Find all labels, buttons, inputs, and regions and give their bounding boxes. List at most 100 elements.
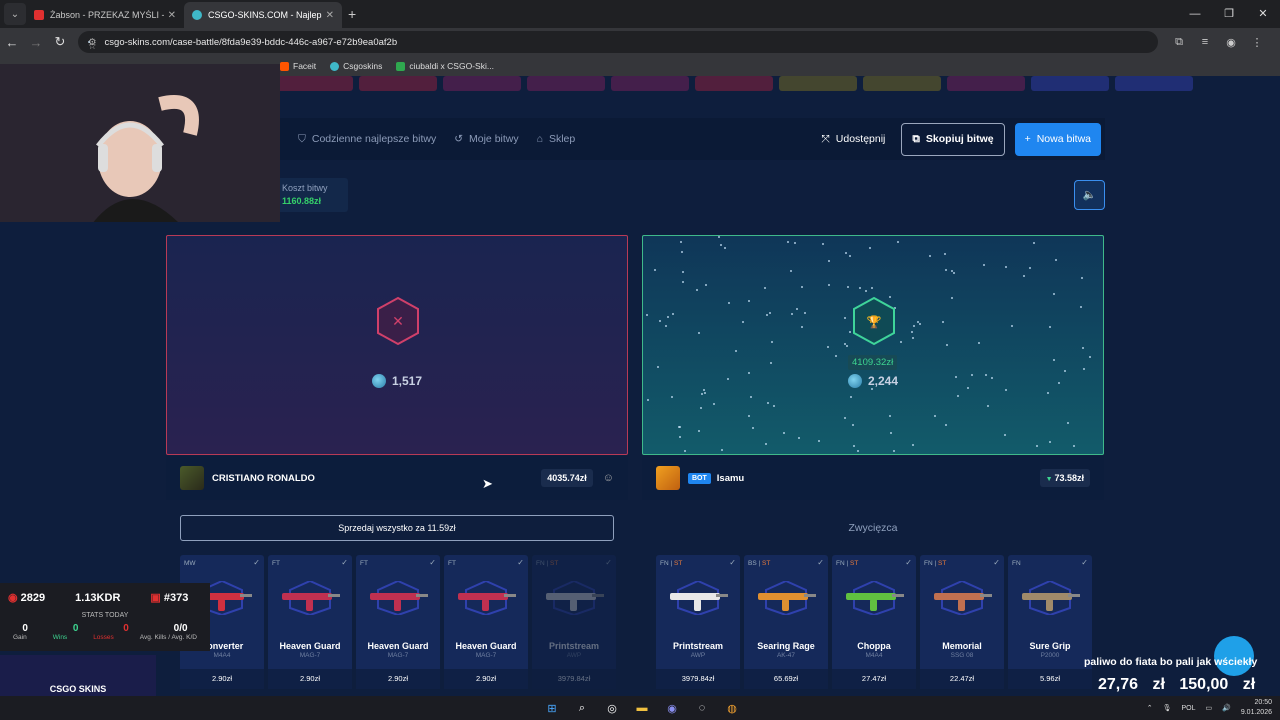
item-card[interactable]: FN | ST ✓ Choppa M4A4 27.47zł xyxy=(832,555,916,689)
item-card[interactable]: FN | ST ✓ Printstream AWP 3979.84zł xyxy=(532,555,616,689)
profile-icon[interactable]: ◉ xyxy=(1218,36,1244,49)
forward-icon[interactable]: → xyxy=(24,35,48,50)
tab-csgo-skins[interactable]: CSGO-SKINS.COM - Najlepsze ✕ xyxy=(184,2,342,28)
item-card[interactable]: FT ✓ Heaven Guard MAG-7 2.90zł xyxy=(268,555,352,689)
new-battle-button[interactable]: + Nowa bitwa xyxy=(1014,122,1101,156)
star-dot xyxy=(870,387,873,390)
tab-youtube[interactable]: Żabson - PRZEKAZ MYŚLI - You ✕ xyxy=(26,2,184,28)
drop-chip[interactable] xyxy=(1031,76,1109,91)
item-card[interactable]: BS | ST ✓ Searing Rage AK-47 65.69zł xyxy=(744,555,828,689)
star-dot xyxy=(1004,388,1007,391)
network-icon[interactable]: ▭ xyxy=(1206,704,1213,712)
star-dot xyxy=(804,311,807,314)
mic-icon[interactable]: 🎙 xyxy=(1163,704,1172,712)
item-card[interactable]: FT ✓ Heaven Guard MAG-7 2.90zł xyxy=(356,555,440,689)
copy-battle-button[interactable]: ⧉ Skopiuj bitwę xyxy=(901,122,1005,156)
player-name[interactable]: Isamu xyxy=(717,473,744,484)
reload-icon[interactable]: ↻ xyxy=(48,34,72,50)
windows-start-icon[interactable]: ⊞ xyxy=(542,698,562,718)
search-icon[interactable]: ⌕ xyxy=(572,698,592,718)
daily-best-battles-link[interactable]: ⛉ Codzienne najlepsze bitwy xyxy=(298,133,436,146)
discord-icon[interactable]: ◉ xyxy=(662,698,682,718)
star-dot xyxy=(1003,433,1006,436)
item-condition: FT xyxy=(360,560,368,567)
media-icon[interactable]: ≡ xyxy=(1192,36,1218,49)
language-indicator[interactable]: POL xyxy=(1181,705,1195,712)
steam-icon[interactable]: ◎ xyxy=(602,698,622,718)
bookmark-star-icon[interactable]: ☆ xyxy=(88,41,97,52)
drop-chip[interactable] xyxy=(443,76,521,91)
close-icon[interactable]: ✕ xyxy=(326,10,334,21)
star-dot xyxy=(1036,445,1039,448)
url-field[interactable]: ⚙ csgo-skins.com/case-battle/8fda9e39-bd… xyxy=(78,31,1158,53)
bookmark-csgoskins[interactable]: Csgoskins xyxy=(330,61,382,71)
star-dot xyxy=(680,250,683,253)
star-dot xyxy=(654,269,657,272)
drop-chip[interactable] xyxy=(695,76,773,91)
condition-label: MW xyxy=(184,560,196,567)
back-icon[interactable]: ← xyxy=(0,35,24,50)
star-dot xyxy=(695,288,698,291)
share-icon: ⤧ xyxy=(821,132,830,145)
chevron-up-icon[interactable]: ⌃ xyxy=(1147,704,1153,712)
drop-chip[interactable] xyxy=(611,76,689,91)
star-dot xyxy=(1023,274,1026,277)
chrome-icon[interactable]: ◍ xyxy=(722,698,742,718)
new-tab-icon[interactable]: + xyxy=(348,6,356,22)
player-total: 73.58zł xyxy=(1039,469,1090,487)
faceit-stats-overlay: ◉ 2829 1.13KDR ▣ #373 STATS TODAY 0 0 0 … xyxy=(0,583,210,651)
stattrak-label: ST xyxy=(761,560,771,567)
item-card[interactable]: FT ✓ Heaven Guard MAG-7 2.90zł xyxy=(444,555,528,689)
star-dot xyxy=(865,290,868,293)
bookmark-sheet[interactable]: ciubaldi x CSGO-Ski... xyxy=(396,61,494,71)
tab-list-button[interactable]: ⌄ xyxy=(4,3,26,25)
sound-toggle-button[interactable]: 🔈 xyxy=(1074,180,1105,210)
address-bar: ← → ↻ ⚙ csgo-skins.com/case-battle/8fda9… xyxy=(0,28,1280,56)
sell-all-button[interactable]: Sprzedaj wszystko za 11.59zł xyxy=(180,515,614,541)
drop-chip[interactable] xyxy=(275,76,353,91)
drop-chip[interactable] xyxy=(863,76,941,91)
star-dot xyxy=(847,286,850,289)
star-dot xyxy=(828,284,831,287)
close-icon[interactable]: ✕ xyxy=(168,10,176,21)
checkmark-icon: ✓ xyxy=(429,558,436,567)
file-explorer-icon[interactable]: ▬ xyxy=(632,698,652,718)
extensions-icon[interactable]: ⧉ xyxy=(1166,36,1192,49)
star-dot xyxy=(953,272,956,275)
avatar[interactable] xyxy=(656,466,680,490)
star-dot xyxy=(911,331,914,334)
item-condition: FN | ST xyxy=(836,560,859,567)
close-window-icon[interactable]: ✕ xyxy=(1246,0,1280,28)
drop-chip[interactable] xyxy=(359,76,437,91)
shop-link[interactable]: ⌂ Sklep xyxy=(537,133,576,145)
bookmark-faceit[interactable]: Faceit xyxy=(280,61,316,71)
item-card[interactable]: FN ✓ Sure Grip P2000 5.96zł xyxy=(1008,555,1092,689)
winner-panel: 🏆 4109.32zł 2,244 xyxy=(642,235,1104,455)
my-battles-link[interactable]: ↺ Moje bitwy xyxy=(454,133,518,145)
share-button[interactable]: ⤧ Udostępnij xyxy=(821,133,885,146)
volume-icon[interactable]: 🔊 xyxy=(1222,704,1231,712)
menu-icon[interactable]: ⋮ xyxy=(1244,36,1270,49)
system-tray: ⌃ 🎙 POL ▭ 🔊 20:50 9.01.2026 xyxy=(1147,698,1272,718)
player-name[interactable]: CRISTIANO RONALDO xyxy=(212,473,315,484)
restore-icon[interactable]: ❐ xyxy=(1212,0,1246,28)
drop-chip[interactable] xyxy=(947,76,1025,91)
emoji-icon[interactable]: ☺ xyxy=(603,472,614,484)
star-dot xyxy=(849,395,852,398)
avatar[interactable] xyxy=(180,466,204,490)
weapon-icon xyxy=(458,581,516,615)
star-dot xyxy=(659,320,662,323)
drop-chip[interactable] xyxy=(1115,76,1193,91)
drop-chip[interactable] xyxy=(779,76,857,91)
obs-icon[interactable]: ◌ xyxy=(692,698,712,718)
loser-amount: 1,517 xyxy=(167,374,627,388)
clock[interactable]: 20:50 9.01.2026 xyxy=(1241,698,1272,718)
star-dot xyxy=(1047,391,1050,394)
minimize-icon[interactable]: — xyxy=(1178,0,1212,28)
star-dot xyxy=(797,436,800,439)
item-card[interactable]: FN | ST ✓ Memorial SSG 08 22.47zł xyxy=(920,555,1004,689)
star-dot xyxy=(683,449,686,452)
star-dot xyxy=(773,404,776,407)
item-card[interactable]: FN | ST ✓ Printstream AWP 3979.84zł xyxy=(656,555,740,689)
drop-chip[interactable] xyxy=(527,76,605,91)
